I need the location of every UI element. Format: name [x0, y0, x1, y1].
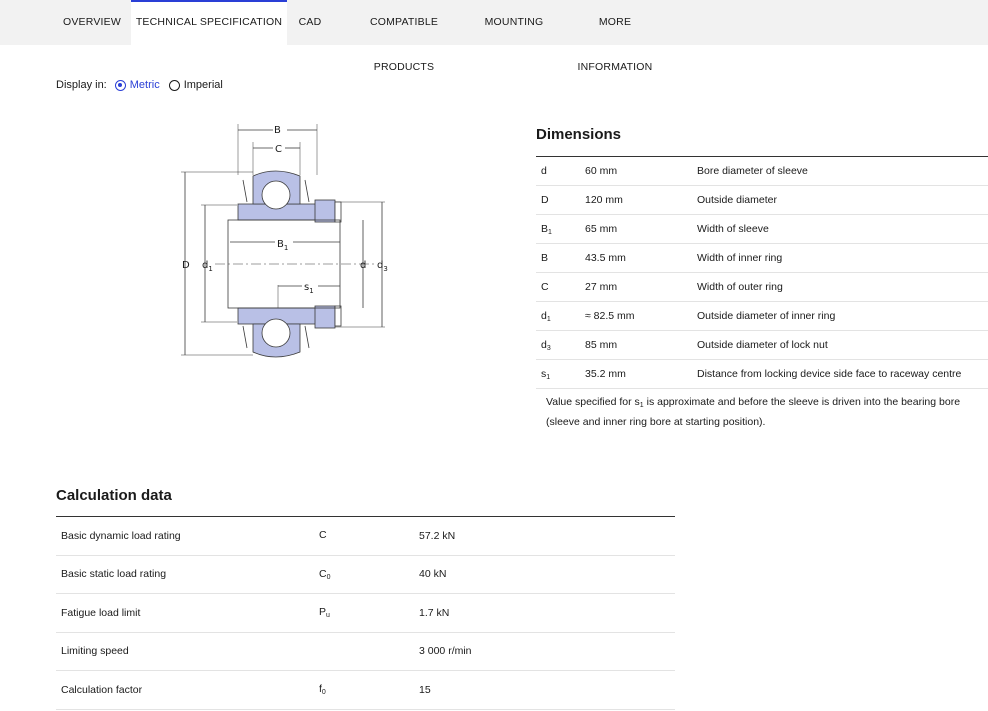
- imperial-label: Imperial: [183, 79, 223, 91]
- dim-description: Bore diameter of sleeve: [697, 165, 808, 177]
- drawing-label-B: B: [274, 125, 281, 136]
- dim-symbol: d3: [541, 338, 551, 352]
- table-row: D 120 mm Outside diameter: [536, 186, 988, 215]
- calc-symbol: C0: [319, 567, 331, 581]
- dim-value: 65 mm: [585, 223, 618, 235]
- drawing-label-s1: s1: [304, 282, 314, 295]
- dim-value: 85 mm: [585, 339, 618, 351]
- imperial-radio[interactable]: Imperial: [168, 79, 223, 91]
- dim-symbol: B: [541, 251, 549, 264]
- calc-value: 15: [419, 683, 431, 696]
- calc-name: Basic dynamic load rating: [61, 529, 181, 542]
- calc-value: 1.7 kN: [419, 606, 450, 619]
- drawing-label-d1: d1: [202, 260, 213, 273]
- drawing-label-d3: d3: [377, 260, 388, 273]
- dim-description: Distance from locking device side face t…: [697, 368, 962, 380]
- table-row: Calculation factor f0 15: [56, 671, 675, 710]
- dim-description: Outside diameter of lock nut: [697, 339, 828, 351]
- dim-symbol: D: [541, 193, 549, 206]
- drawing-label-D: D: [182, 260, 190, 271]
- dim-symbol: B1: [541, 222, 552, 236]
- calculation-title: Calculation data: [56, 487, 172, 504]
- unit-selector: Display in: Metric Imperial: [56, 77, 223, 93]
- table-row: d 60 mm Bore diameter of sleeve: [536, 157, 988, 186]
- tab-bar: OVERVIEW TECHNICAL SPECIFICATION CAD COM…: [0, 0, 988, 73]
- dimensions-title: Dimensions: [536, 126, 622, 143]
- dim-symbol: d1: [541, 309, 551, 323]
- calc-value: 57.2 kN: [419, 529, 456, 542]
- dim-description: Width of sleeve: [697, 223, 769, 235]
- dim-value: 60 mm: [585, 165, 618, 177]
- dim-value: 43.5 mm: [585, 252, 626, 264]
- calc-symbol: C: [319, 529, 327, 542]
- calc-value: 3 000 r/min: [419, 645, 472, 658]
- dim-value: 35.2 mm: [585, 368, 626, 380]
- calc-name: Limiting speed: [61, 645, 129, 658]
- dim-description: Width of outer ring: [697, 281, 783, 293]
- table-row: B 43.5 mm Width of inner ring: [536, 244, 988, 273]
- drawing-label-C: C: [275, 144, 282, 155]
- table-row: d1 ≈ 82.5 mm Outside diameter of inner r…: [536, 302, 988, 331]
- table-row: Limiting speed 3 000 r/min: [56, 633, 675, 671]
- drawing-label-d: d: [360, 260, 366, 271]
- dim-description: Outside diameter: [697, 194, 777, 206]
- tab-overview[interactable]: OVERVIEW: [56, 0, 128, 45]
- bearing-drawing: B C B1 s1 D d1 d d3: [181, 124, 388, 358]
- table-row: B1 65 mm Width of sleeve: [536, 215, 988, 244]
- dim-symbol: C: [541, 280, 549, 293]
- table-row: Basic static load rating C0 40 kN: [56, 556, 675, 594]
- metric-label: Metric: [129, 79, 160, 91]
- tab-technical-specification[interactable]: TECHNICAL SPECIFICATION: [131, 0, 287, 45]
- dim-value: 27 mm: [585, 281, 618, 293]
- dim-symbol: s1: [541, 367, 551, 381]
- tab-more-information[interactable]: MORE INFORMATION: [560, 0, 670, 73]
- calc-symbol: f0: [319, 683, 326, 697]
- radio-checked-icon: [114, 79, 126, 91]
- dim-value: ≈ 82.5 mm: [585, 310, 635, 322]
- table-row: s1 35.2 mm Distance from locking device …: [536, 360, 988, 389]
- table-row: d3 85 mm Outside diameter of lock nut: [536, 331, 988, 360]
- tab-mounting[interactable]: MOUNTING: [481, 0, 547, 45]
- calc-name: Fatigue load limit: [61, 606, 141, 619]
- calc-symbol: Pu: [319, 606, 330, 620]
- calculation-table: Basic dynamic load rating C 57.2 kN Basi…: [56, 516, 675, 710]
- metric-radio[interactable]: Metric: [114, 79, 160, 91]
- dim-symbol: d: [541, 164, 547, 177]
- dim-value: 120 mm: [585, 194, 623, 206]
- dimensions-table: d 60 mm Bore diameter of sleeve D 120 mm…: [536, 156, 988, 389]
- tab-compatible-products[interactable]: COMPATIBLE PRODUCTS: [341, 0, 467, 73]
- table-row: Basic dynamic load rating C 57.2 kN: [56, 517, 675, 556]
- calc-name: Calculation factor: [61, 683, 143, 696]
- dim-description: Outside diameter of inner ring: [697, 310, 836, 322]
- table-row: C 27 mm Width of outer ring: [536, 273, 988, 302]
- calc-name: Basic static load rating: [61, 568, 167, 581]
- display-in-label: Display in:: [56, 79, 107, 91]
- dimensions-note: Value specified for s1 is approximate an…: [546, 396, 961, 428]
- radio-unchecked-icon: [168, 79, 180, 91]
- drawing-label-B1: B1: [277, 239, 288, 252]
- table-row: Fatigue load limit Pu 1.7 kN: [56, 594, 675, 633]
- tab-cad[interactable]: CAD: [291, 0, 329, 45]
- dim-description: Width of inner ring: [697, 252, 783, 264]
- calc-value: 40 kN: [419, 568, 447, 581]
